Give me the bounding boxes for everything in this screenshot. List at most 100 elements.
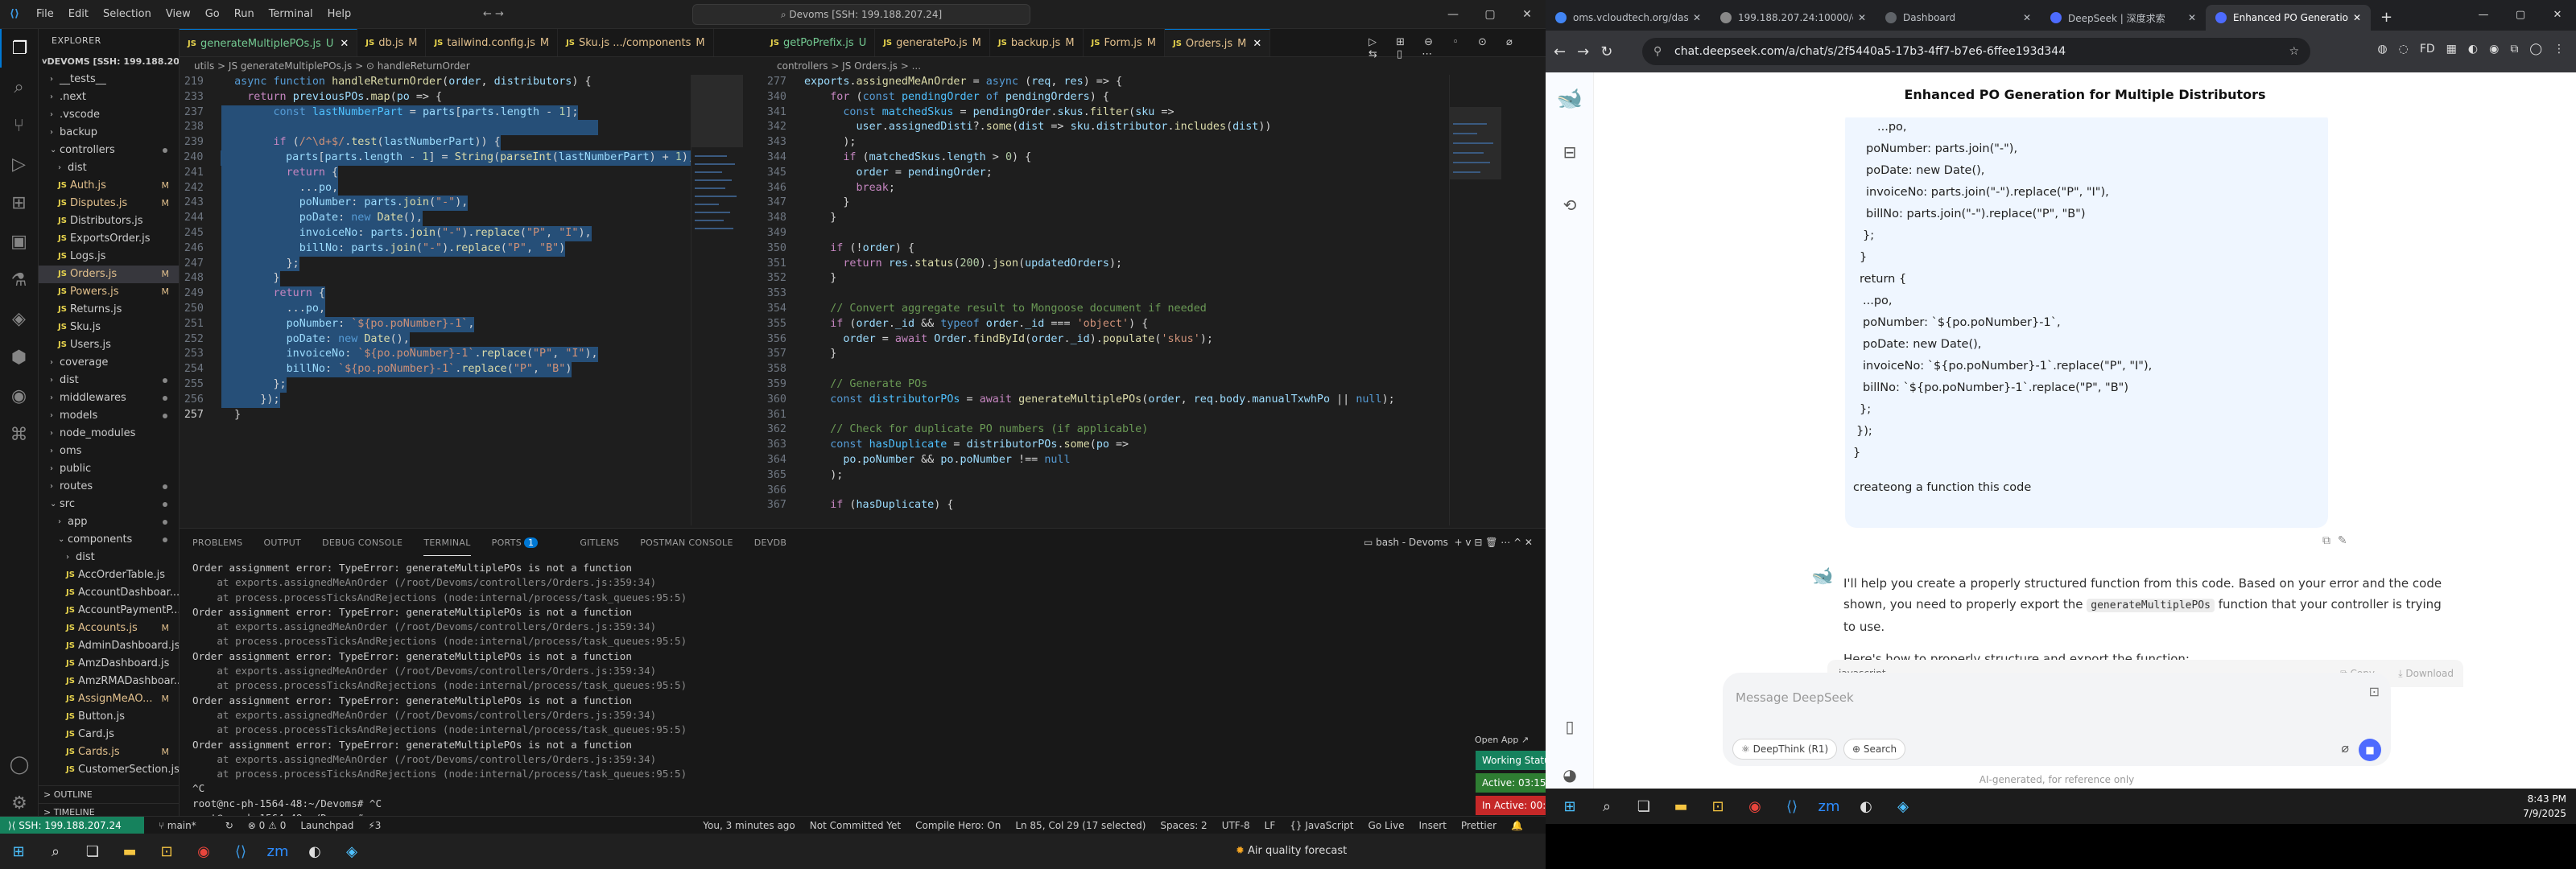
menu-item[interactable]: Edit — [61, 8, 96, 20]
taskbar-clock[interactable]: 8:43 PM 7/9/2025 — [2523, 792, 2566, 821]
extension-icon-4[interactable]: ▦ — [2446, 43, 2457, 56]
nav-arrows-icon[interactable]: ← → — [483, 8, 504, 20]
new-tab-icon[interactable]: + — [2371, 9, 2402, 31]
folder-item[interactable]: › .vscode — [39, 106, 179, 124]
editor-tab[interactable]: JS generatePo.js M — [875, 29, 990, 56]
file-item[interactable]: JS ExportsOrder.js — [39, 230, 179, 248]
task-view-icon[interactable]: ❏ — [76, 835, 109, 867]
editor-tab[interactable]: JS backup.js M — [990, 29, 1084, 56]
workspace-root[interactable]: v DEVOMS [SSH: 199.188.20... — [39, 53, 179, 71]
editor-tab[interactable]: JS Form.js M — [1084, 29, 1165, 56]
postman-icon[interactable]: ◉ — [0, 377, 38, 415]
app-icon-2[interactable]: ◈ — [1887, 790, 1919, 822]
close-tab-icon[interactable]: ✕ — [1853, 12, 1866, 23]
file-item[interactable]: JS AmzRMADashboar... — [39, 673, 179, 690]
file-item[interactable]: JS AccOrderTable.js — [39, 566, 179, 584]
folder-item[interactable]: › routes — [39, 478, 179, 496]
encoding[interactable]: UTF-8 — [1222, 820, 1250, 831]
code-editor-left[interactable]: 219 async function handleReturnOrder(ord… — [180, 75, 695, 525]
extension-icon-2[interactable]: ◌ — [2399, 43, 2409, 56]
outline-section[interactable]: > OUTLINE — [39, 785, 179, 803]
editor-tab[interactable]: JS getPoPrefix.js U — [762, 29, 876, 56]
mobile-app-icon[interactable]: ▯ — [1546, 700, 1594, 753]
stop-generation-button[interactable]: ■ — [2359, 739, 2381, 761]
browser-tab[interactable]: 199.188.207.24:10000/d ✕ — [1711, 5, 1876, 31]
browser-menu-icon[interactable]: ⋮ — [2553, 43, 2565, 56]
download-code-button[interactable]: ⤓ Download — [2398, 668, 2454, 680]
menu-item[interactable]: View — [159, 8, 198, 20]
panel-tab-problems[interactable]: PROBLEMS — [192, 530, 242, 555]
cursor-position[interactable]: Ln 85, Col 29 (17 selected) — [1015, 820, 1146, 831]
ports-indicator[interactable]: ⚡3 — [368, 820, 381, 831]
file-item[interactable]: JS Card.js — [39, 726, 179, 743]
editor-tab[interactable]: JS Sku.js .../components M — [558, 29, 714, 56]
file-item[interactable]: JS Sku.js — [39, 319, 179, 336]
menu-item[interactable]: File — [29, 8, 61, 20]
command-center-search[interactable]: ⌕ Devoms [SSH: 199.188.207.24] — [692, 4, 1030, 25]
folder-item[interactable]: › dist — [39, 372, 179, 389]
app-icon[interactable]: ◐ — [299, 835, 331, 867]
task-view-icon[interactable]: ❏ — [1628, 790, 1660, 822]
file-item[interactable]: JS AccountPaymentP... — [39, 602, 179, 620]
back-icon[interactable]: ← — [1554, 43, 1566, 60]
close-tab-icon[interactable]: ✕ — [2348, 12, 2361, 23]
insert-mode[interactable]: Insert — [1418, 820, 1446, 831]
add-terminal-icon[interactable]: + v ⊟ 🗑 ⋯ ^ ✕ — [1451, 537, 1533, 548]
search-toggle[interactable]: ⊕ Search — [1843, 739, 1906, 760]
copy-icon[interactable]: ⧉ — [2322, 534, 2330, 547]
address-bar[interactable]: ⚲ chat.deepseek.com/a/chat/s/2f5440a5-17… — [1642, 38, 2310, 65]
sync-icon[interactable]: ↻ — [225, 820, 233, 831]
reload-icon[interactable]: ↻ — [1600, 43, 1612, 60]
editor-tab[interactable]: JS db.js M — [357, 29, 427, 56]
forward-icon[interactable]: → — [1577, 43, 1589, 60]
taskbar-search-icon[interactable]: ⌕ — [1591, 790, 1623, 822]
message-input[interactable]: Message DeepSeek — [1736, 690, 1854, 705]
sidebar-toggle-icon[interactable]: ⊟ — [1546, 126, 1594, 179]
file-item[interactable]: JS AccountDashboar... — [39, 584, 179, 602]
editor-tab[interactable]: JS tailwind.config.js M — [426, 29, 559, 56]
store-icon[interactable]: ⊡ — [151, 835, 183, 867]
file-explorer-icon[interactable]: ▬ — [1665, 790, 1697, 822]
folder-item[interactable]: ⌄ controllers — [39, 142, 179, 159]
remote-explorer-icon[interactable]: ▣ — [0, 222, 38, 261]
site-info-icon[interactable]: ⚲ — [1653, 45, 1662, 58]
python-icon[interactable]: ⌘ — [0, 415, 38, 454]
docker-icon[interactable]: ⬢ — [0, 338, 38, 377]
go-live-button[interactable]: Go Live — [1368, 820, 1405, 831]
vscode-taskbar-icon[interactable]: ⟨⟩ — [1776, 790, 1808, 822]
zoom-icon[interactable]: zm — [1813, 790, 1845, 822]
notifications-icon[interactable]: 🔔 — [1511, 820, 1523, 831]
folder-item[interactable]: ⌄ components — [39, 531, 179, 549]
new-chat-icon[interactable]: ⟲ — [1546, 179, 1594, 232]
file-item[interactable]: JS Users.js — [39, 336, 179, 354]
file-item[interactable]: JS Powers.js M — [39, 283, 179, 301]
browser-tab[interactable]: Dashboard ✕ — [1876, 5, 2041, 31]
extension-icon-5[interactable]: ◐ — [2468, 43, 2478, 56]
panel-tab-ports[interactable]: PORTS 1 — [492, 530, 559, 555]
breadcrumb-right[interactable]: controllers > JS Orders.js > ... — [762, 57, 921, 75]
file-item[interactable]: JS Distributors.js — [39, 212, 179, 230]
profile-avatar-icon[interactable]: ◯ — [2529, 43, 2542, 56]
vscode-taskbar-icon[interactable]: ⟨⟩ — [225, 835, 257, 867]
folder-item[interactable]: › dist — [39, 549, 179, 566]
maximize-icon[interactable]: ▢ — [2502, 0, 2539, 29]
folder-item[interactable]: › backup — [39, 124, 179, 142]
branch-indicator[interactable]: ⑂ main* — [159, 820, 211, 831]
extension-icon-1[interactable]: ◍ — [2377, 43, 2387, 56]
menu-item[interactable]: Go — [198, 8, 227, 20]
editor-tab[interactable]: JS Orders.js M ✕ — [1164, 29, 1271, 56]
browser-tab[interactable]: DeepSeek | 深度求索 ✕ — [2041, 5, 2206, 31]
file-item[interactable]: JS Cards.js M — [39, 743, 179, 761]
panel-tab-terminal[interactable]: TERMINAL — [423, 530, 471, 556]
folder-item[interactable]: › app — [39, 513, 179, 531]
folder-item[interactable]: ⌄ src — [39, 496, 179, 513]
file-item[interactable]: JS AmzDashboard.js — [39, 655, 179, 673]
panel-tab-output[interactable]: OUTPUT — [263, 530, 301, 555]
file-item[interactable]: JS Button.js — [39, 708, 179, 726]
browser-tab[interactable]: Enhanced PO Generation ✕ — [2206, 5, 2371, 31]
remote-indicator[interactable]: ⟩⟨ SSH: 199.188.207.24 — [0, 816, 144, 834]
zoom-icon[interactable]: zm — [262, 835, 294, 867]
close-tab-icon[interactable]: ✕ — [2018, 12, 2031, 23]
extensions-puzzle-icon[interactable]: ⧉ — [2510, 43, 2518, 56]
open-app-link[interactable]: Open App ↗ — [1475, 735, 1529, 745]
